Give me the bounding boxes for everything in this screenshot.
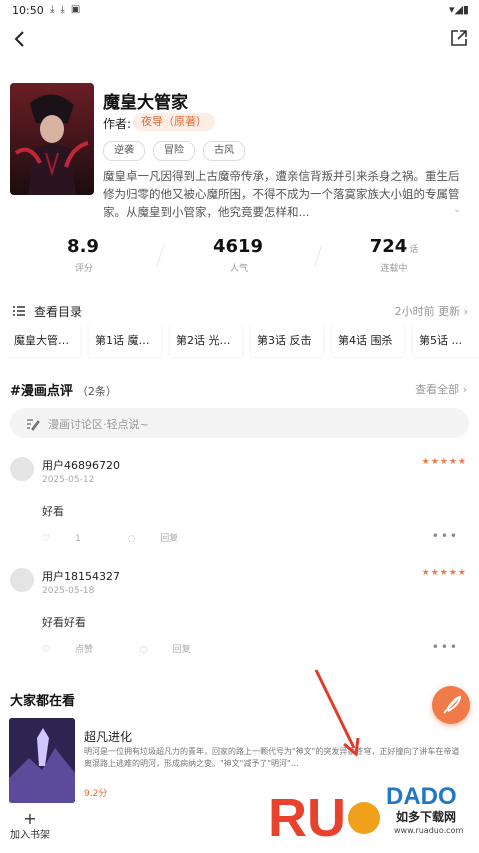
- more-icon[interactable]: •••: [432, 529, 459, 543]
- watermark-logo: RU DADO 如多下载网 www.ruaduo.com: [268, 778, 468, 848]
- recommend-title: 大家都在看: [10, 694, 76, 709]
- back-arrow-icon[interactable]: [8, 26, 32, 52]
- tag-chip[interactable]: 古风: [203, 141, 245, 161]
- reply-button[interactable]: ◌ 回复: [128, 534, 201, 544]
- stat-label: 评分: [74, 264, 93, 274]
- review-actions: ♡ 1 ◌ 回复: [42, 531, 222, 544]
- book-description[interactable]: 魔皇卓一凡因得到上古魔帝传承，遭亲信背叛并引来杀身之祸。重生后修为归零的他又被心…: [103, 167, 465, 221]
- system-icons: ▾◢▮: [448, 3, 469, 16]
- review-user[interactable]: 用户18154327: [42, 568, 120, 584]
- chapter-item[interactable]: 第1话 魔皇的…: [89, 325, 161, 357]
- stat-episodes: 724 话 连载中: [334, 236, 454, 274]
- stat-unit: 话: [409, 245, 419, 255]
- stat-rating: 8.9 评分: [24, 236, 144, 274]
- share-icon[interactable]: [449, 28, 469, 48]
- comment-input[interactable]: 漫画讨论区·轻点说~: [10, 408, 469, 438]
- plus-icon: +: [23, 809, 37, 828]
- stat-label: 连载中: [380, 264, 408, 274]
- toc-header[interactable]: 查看目录 2小时前 更新 ›: [12, 303, 468, 321]
- write-review-button[interactable]: [432, 686, 470, 724]
- tag-list: 逆袭 冒险 古风: [103, 141, 245, 161]
- reviews-count: （2条）: [76, 385, 117, 398]
- reply-icon: ◌: [139, 645, 148, 655]
- svg-text:RU: RU: [268, 788, 346, 848]
- avatar[interactable]: [10, 568, 34, 592]
- reviews-title: #漫画点评 （2条）: [10, 380, 117, 399]
- watermark-cn: 如多下载网: [396, 810, 457, 824]
- edit-icon: [26, 416, 40, 431]
- reply-label: 回复: [160, 534, 179, 544]
- like-button[interactable]: ♡ 点赞: [42, 645, 115, 655]
- like-icon: ♡: [42, 534, 51, 544]
- see-all-link[interactable]: 查看全部 ›: [415, 381, 467, 397]
- expand-chevron-icon[interactable]: ⌄: [453, 204, 461, 215]
- author-label: 作者:: [103, 117, 132, 131]
- review-stars: ★★★★★: [421, 457, 467, 467]
- author-chip[interactable]: 夜导（原著）: [133, 113, 215, 131]
- chapter-item[interactable]: 魔皇大管家 …: [8, 325, 80, 357]
- like-count: 1: [74, 534, 81, 544]
- feather-icon: [443, 695, 462, 714]
- stat-label: 人气: [229, 264, 248, 274]
- review-item: 用户46896720 2025-05-12 ★★★★★ 好看 ♡ 1 ◌ 回复 …: [0, 457, 479, 557]
- recommend-score: 9.2分: [84, 789, 108, 799]
- tag-chip[interactable]: 逆袭: [103, 141, 145, 161]
- more-icon[interactable]: •••: [432, 640, 459, 654]
- watermark-url: www.ruaduo.com: [394, 826, 464, 835]
- tag-chip[interactable]: 冒险: [153, 141, 195, 161]
- recommend-desc: 明河是一位拥有垃圾超凡力的青年，回家的路上一颗代号为"神文"的突发异象苍穹，正好…: [84, 747, 460, 768]
- avatar[interactable]: [10, 457, 34, 481]
- chapter-item[interactable]: 第2话 光速突…: [170, 325, 242, 357]
- review-date: 2025-05-12: [42, 475, 95, 485]
- list-icon: [12, 304, 26, 321]
- svg-text:DADO: DADO: [386, 783, 457, 810]
- review-body: 好看好看: [42, 616, 86, 629]
- toc-label[interactable]: 查看目录: [34, 303, 82, 320]
- stat-value: 8.9: [67, 236, 99, 257]
- status-time: 10:50: [12, 4, 44, 17]
- recommend-cover[interactable]: [9, 718, 75, 803]
- stat-value: 724: [369, 236, 408, 257]
- book-title: 魔皇大管家: [103, 93, 188, 113]
- like-button[interactable]: ♡ 1: [42, 534, 103, 544]
- review-user[interactable]: 用户46896720: [42, 457, 120, 473]
- reviews-title-text: #漫画点评: [10, 384, 73, 399]
- reply-icon: ◌: [127, 534, 136, 544]
- review-item: 用户18154327 2025-05-18 ★★★★★ 好看好看 ♡ 点赞 ◌ …: [0, 568, 479, 668]
- divider: [156, 244, 165, 266]
- chapter-item[interactable]: 第4话 围杀: [332, 325, 404, 357]
- like-label: 点赞: [74, 645, 93, 655]
- stat-value: 4619: [212, 236, 264, 257]
- chapter-item[interactable]: 第5话 ...: [413, 325, 479, 357]
- reply-label: 回复: [172, 645, 191, 655]
- review-actions: ♡ 点赞 ◌ 回复: [42, 642, 235, 655]
- toc-updated[interactable]: 2小时前 更新 ›: [395, 303, 468, 319]
- notification-icons: ⤓⤓▣: [50, 4, 87, 15]
- top-bar: [0, 22, 479, 58]
- annotation-arrow: [314, 669, 360, 757]
- chapter-strip[interactable]: 魔皇大管家 … 第1话 魔皇的… 第2话 光速突… 第3话 反击第4话 围杀第5话 .…: [8, 325, 479, 359]
- divider: [314, 244, 323, 266]
- review-date: 2025-05-18: [42, 586, 95, 596]
- chapter-item[interactable]: 第3话 反击: [251, 325, 323, 357]
- book-cover: [10, 83, 94, 195]
- recommend-name[interactable]: 超凡进化: [84, 728, 132, 745]
- like-icon: ♡: [42, 645, 51, 655]
- stat-popularity: 4619 人气: [179, 236, 299, 274]
- reply-button[interactable]: ◌ 回复: [140, 645, 213, 655]
- stats-row: 8.9 评分 4619 人气 724 话 连载中: [0, 236, 479, 282]
- status-bar: 10:50 ⤓⤓▣ ▾◢▮: [0, 0, 479, 22]
- comment-placeholder: 漫画讨论区·轻点说~: [48, 418, 149, 431]
- review-stars: ★★★★★: [421, 568, 467, 578]
- add-shelf-button[interactable]: + 加入书架: [6, 809, 54, 842]
- add-shelf-label: 加入书架: [10, 830, 50, 841]
- review-body: 好看: [42, 505, 64, 518]
